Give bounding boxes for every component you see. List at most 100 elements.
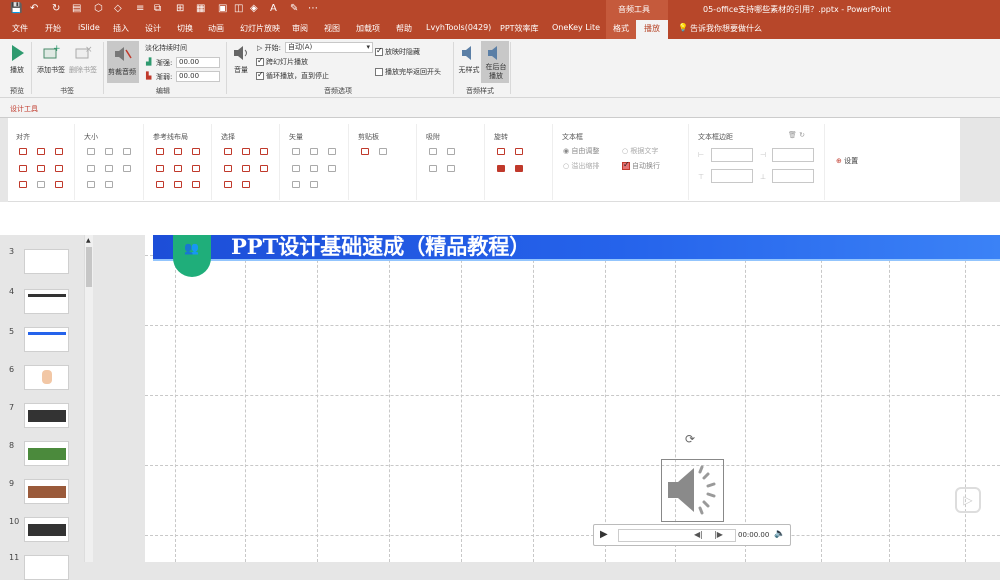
remove-bookmark-button[interactable]: × 删除书签 [68,43,98,75]
tab-animations[interactable]: 动画 [208,23,224,34]
size-b2-icon[interactable] [123,165,131,172]
grid-icon[interactable]: ▦ [196,3,205,14]
arrange-icon[interactable]: ⧉ [154,3,161,14]
guide-middle-icon[interactable] [174,165,182,172]
size-both-icon[interactable] [123,148,131,155]
audio-forward-icon[interactable]: |▶ [714,530,723,539]
vector-union-icon[interactable] [292,148,300,155]
add-bookmark-button[interactable]: + 添加书签 [36,43,66,75]
redo-icon[interactable]: ↻ [52,3,60,14]
tab-format[interactable]: 格式 [613,23,629,34]
guide-center-icon[interactable] [174,148,182,155]
slide-thumbnail[interactable] [24,289,69,314]
select-e-icon[interactable] [242,165,250,172]
slide-canvas[interactable]: 👥 PPT设计基础速成（精品教程） ⟳ ▶ ◀| |▶ 00:00.00 🔈 ▷ [145,235,1000,562]
overflow-shrink-radio[interactable]: ○ 溢出缩排 [563,161,599,171]
audio-icon-selection[interactable] [661,459,724,522]
more-icon[interactable]: ⋯ [308,3,318,14]
undo-icon[interactable]: ↶ [30,3,38,14]
margin-bottom-field[interactable] [772,169,814,183]
guide-top-icon[interactable] [156,165,164,172]
tab-view[interactable]: 视图 [324,23,340,34]
loop-checkbox[interactable]: 循环播放，直到停止 [256,70,329,81]
tell-me-box[interactable]: 告诉我你想要做什么 [690,23,762,34]
align-middle-icon[interactable] [37,165,45,172]
play-in-background-button[interactable]: 在后台播放 [481,41,509,83]
shape2-icon[interactable]: ◇ [114,3,122,14]
slide-title[interactable]: PPT设计基础速成（精品教程） [231,235,530,261]
trim-audio-button[interactable]: 剪裁音频 [107,41,139,83]
hide-during-show-checkbox[interactable]: 放映时隐藏 [375,46,420,57]
tab-design[interactable]: 设计 [145,23,161,34]
slide-thumbnail[interactable] [24,249,69,274]
audio-back-icon[interactable]: ◀| [694,530,703,539]
wrap-text-checkbox[interactable]: 自动换行 [622,160,660,171]
no-style-button[interactable]: 无样式 [454,43,484,75]
tab-onekey[interactable]: OneKey Lite [552,23,600,32]
vector-b-icon[interactable] [310,181,318,188]
thumbnail-scrollbar[interactable]: ▲ [84,235,93,562]
slide-thumbnail[interactable] [24,479,69,504]
fill-icon[interactable]: ◈ [250,3,258,14]
distribute-h-icon[interactable] [19,181,27,188]
guide-b-icon[interactable] [174,181,182,188]
audio-volume-icon[interactable]: 🔈 [774,529,785,539]
tab-review[interactable]: 审阅 [292,23,308,34]
reset-margin-icon[interactable]: 🗑 ↻ [788,131,805,139]
tab-file[interactable]: 文件 [12,23,28,34]
vector-subtract-icon[interactable] [310,165,318,172]
table-icon[interactable]: ⊞ [176,3,184,14]
slide-thumbnail[interactable] [24,441,69,466]
slide-thumbnail[interactable] [24,327,69,352]
copy-icon[interactable] [361,148,369,155]
margin-top-field[interactable] [711,169,753,183]
slide-thumbnail[interactable] [24,517,69,542]
start-icon[interactable]: ◫ [234,3,243,14]
select-d-icon[interactable] [224,165,232,172]
fade-in-field[interactable]: 00.00 [176,57,220,68]
align-center-icon[interactable] [37,148,45,155]
guide-left-icon[interactable] [156,148,164,155]
select-b-icon[interactable] [242,148,250,155]
margin-right-field[interactable] [772,148,814,162]
guide-a-icon[interactable] [156,181,164,188]
distribute-v-icon[interactable] [37,181,45,188]
guide-bottom-icon[interactable] [192,165,200,172]
present-icon[interactable]: ▣ [218,3,227,14]
tab-slideshow[interactable]: 幻灯片放映 [240,23,280,34]
font-color-icon[interactable]: A [270,3,277,14]
select-f-icon[interactable] [260,165,268,172]
shape-icon[interactable]: ⬡ [94,3,103,14]
resize-to-text-radio[interactable]: ○ 根据文字 [622,146,658,156]
tab-ppt-efficiency[interactable]: PPT效率库 [500,23,539,34]
start-select[interactable]: 自动(A) ▾ [285,42,373,53]
size-w2-icon[interactable] [87,165,95,172]
play-button[interactable]: 播放 [2,43,32,75]
settings-button[interactable]: ⊕ 设置 [836,156,858,166]
tab-addins[interactable]: 加载项 [356,23,380,34]
tab-playback[interactable]: 播放 [636,20,668,39]
guide-right-icon[interactable] [192,148,200,155]
align-left-icon[interactable] [19,148,27,155]
rotate-left-icon[interactable] [497,148,505,155]
select-c-icon[interactable] [260,148,268,155]
rewind-checkbox[interactable]: 播放完毕返回开头 [375,67,441,77]
size-height-icon[interactable] [105,148,113,155]
align-top-icon[interactable] [19,165,27,172]
format-icon[interactable]: ▤ [72,3,81,14]
snap-c-icon[interactable] [429,165,437,172]
select-a-icon[interactable] [224,148,232,155]
pen-icon[interactable]: ✎ [290,3,298,14]
tab-transitions[interactable]: 切换 [177,23,193,34]
distribute-icon[interactable] [55,181,63,188]
rotate-right-icon[interactable] [515,148,523,155]
across-slides-checkbox[interactable]: 跨幻灯片播放 [256,56,308,67]
save-icon[interactable]: 💾 [10,3,22,14]
tab-islide[interactable]: iSlide [78,23,100,32]
vector-points-icon[interactable] [328,165,336,172]
flip-v-icon[interactable] [497,165,505,172]
align-right-icon[interactable] [55,148,63,155]
tab-lvyhtools[interactable]: LvyhTools(0429) [426,23,491,32]
guide-c-icon[interactable] [192,181,200,188]
align-bottom-icon[interactable] [55,165,63,172]
